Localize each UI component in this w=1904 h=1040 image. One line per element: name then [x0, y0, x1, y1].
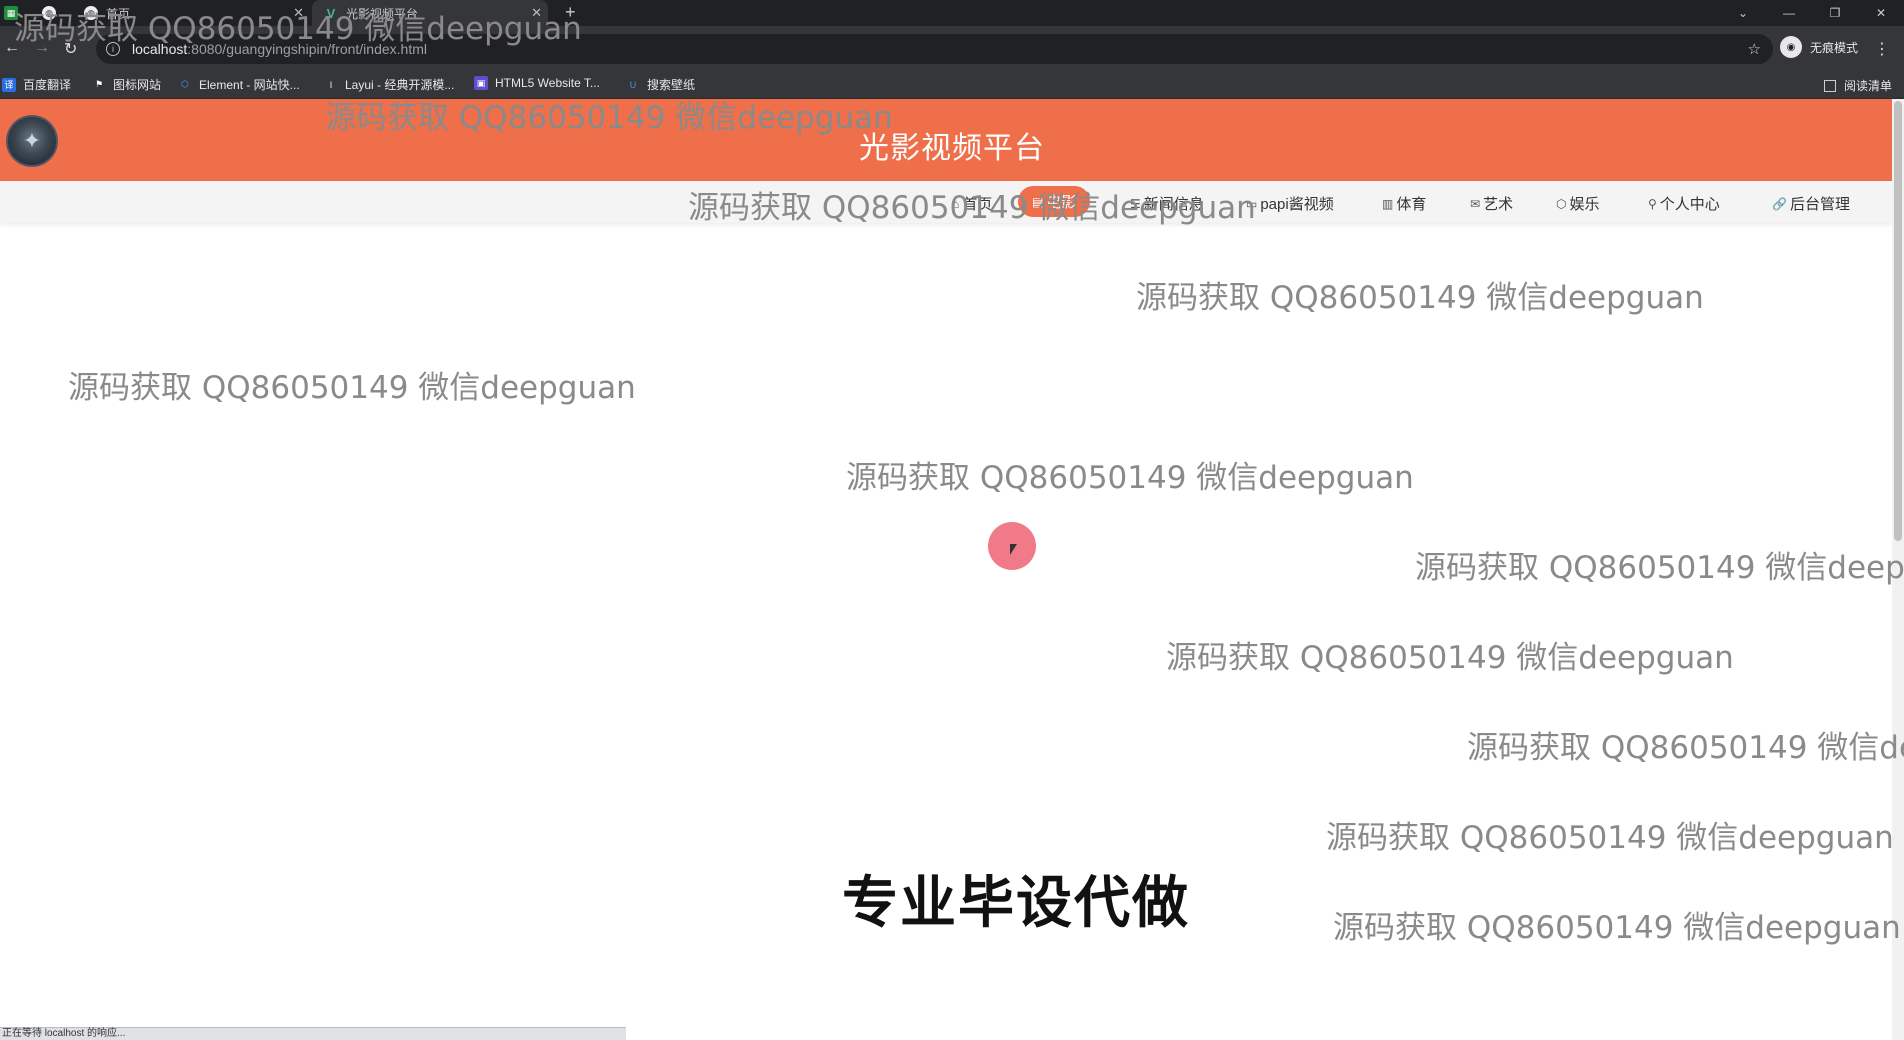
nav-papi-video[interactable]: ▭ papi酱视频	[1246, 193, 1334, 214]
watermark-text: 源码获取 QQ86050149 微信deepguan	[1333, 910, 1901, 946]
nav-label: 体育	[1396, 196, 1427, 213]
reading-list-label: 阅读清单	[1843, 79, 1892, 93]
site-title: 光影视频平台	[859, 132, 1045, 165]
nav-label: 后台管理	[1789, 196, 1850, 213]
bookmarks-bar: 译 百度翻译 ⚑ 图标网站 ⬡ Element - 网站快... l Layui…	[0, 71, 1904, 99]
bookmark-item[interactable]: ⬡ Element - 网站快...	[178, 76, 300, 93]
link-icon: 🔗	[1772, 196, 1787, 211]
sport-icon: ▥	[1382, 196, 1394, 211]
cursor-arrow-icon	[1010, 544, 1017, 555]
watermark-text: 源码获取 QQ86050149 微信deepguan	[1136, 280, 1704, 316]
reading-list[interactable]: 阅读清单	[1823, 77, 1892, 94]
incognito-icon: ◉	[1780, 36, 1802, 58]
baidu-translate-icon: 译	[2, 77, 16, 92]
bookmark-item[interactable]: l Layui - 经典开源模...	[324, 76, 454, 93]
restore-button[interactable]: ❐	[1812, 0, 1858, 26]
nav-label: 娱乐	[1569, 196, 1600, 213]
scrollbar-thumb[interactable]	[1894, 101, 1902, 541]
bookmark-label: Element - 网站快...	[199, 78, 300, 92]
watermark-text: 源码获取 QQ86050149 微信deepguan	[68, 370, 636, 406]
watermark-text: 源码获取 QQ86050149 微信deepguan	[325, 100, 893, 136]
bookmark-item[interactable]: ▣ HTML5 Website T...	[474, 76, 600, 90]
element-icon: ⬡	[181, 79, 189, 89]
art-icon: ✉	[1470, 196, 1481, 211]
watermark-text: 源码获取 QQ86050149 微信deepguan	[1415, 550, 1904, 586]
site-header: ✦ 光影视频平台	[0, 99, 1892, 181]
bookmark-label: HTML5 Website T...	[495, 76, 600, 90]
watermark-text: 源码获取 QQ86050149 微信deepguan	[688, 190, 1256, 226]
nav-label: papi酱视频	[1260, 196, 1334, 213]
close-window-button[interactable]: ✕	[1858, 0, 1904, 26]
user-icon: ⚲	[1648, 196, 1657, 211]
flag-icon: ⚑	[94, 79, 104, 89]
entertainment-icon: ⬡	[1556, 196, 1567, 211]
watermark-text: 源码获取 QQ86050149 微信deepguan	[846, 460, 1414, 496]
bookmark-label: 图标网站	[113, 78, 162, 92]
wallpaper-icon: U	[629, 79, 637, 90]
incognito-indicator[interactable]: ◉ 无痕模式	[1780, 36, 1858, 58]
watermark-text: 源码获取 QQ86050149 微信deepguan	[1326, 820, 1894, 856]
watermark-text: 源码获取 QQ86050149 微信deepguan	[14, 11, 582, 47]
nav-admin[interactable]: 🔗 后台管理	[1772, 193, 1850, 214]
bookmark-item[interactable]: U 搜索壁纸	[626, 76, 695, 93]
window-controls: ⌄ — ❐ ✕	[1720, 0, 1904, 26]
tab-search-icon[interactable]: ⌄	[1720, 0, 1766, 26]
nav-user-center[interactable]: ⚲ 个人中心	[1648, 193, 1720, 214]
more-menu-icon[interactable]: ⋮	[1874, 39, 1890, 59]
bookmark-label: Layui - 经典开源模...	[345, 78, 455, 92]
video-caption: 专业毕设代做	[842, 871, 1190, 936]
bookmark-item[interactable]: ⚑ 图标网站	[92, 76, 161, 93]
bookmark-label: 搜索壁纸	[647, 78, 696, 92]
mouse-cursor-highlight	[988, 522, 1036, 570]
nav-label: 艺术	[1483, 196, 1514, 213]
status-bar: 正在等待 localhost 的响应...	[0, 1027, 626, 1040]
incognito-label: 无痕模式	[1810, 40, 1859, 55]
nav-entertainment[interactable]: ⬡ 娱乐	[1556, 193, 1600, 214]
bookmark-label: 百度翻译	[23, 78, 72, 92]
bookmark-item[interactable]: 译 百度翻译	[2, 76, 71, 93]
nav-art[interactable]: ✉ 艺术	[1470, 193, 1513, 214]
minimize-button[interactable]: —	[1766, 0, 1812, 26]
html5-icon: ▣	[474, 76, 488, 90]
watermark-text: 源码获取 QQ86050149 微信deepguan	[1166, 640, 1734, 676]
nav-label: 个人中心	[1659, 196, 1720, 213]
nav-sports[interactable]: ▥ 体育	[1382, 193, 1426, 214]
reading-list-icon	[1823, 79, 1836, 92]
layui-icon: l	[330, 79, 332, 90]
bookmark-star-icon[interactable]: ☆	[1748, 40, 1761, 58]
watermark-text: 源码获取 QQ86050149 微信deepguan	[1467, 730, 1904, 766]
